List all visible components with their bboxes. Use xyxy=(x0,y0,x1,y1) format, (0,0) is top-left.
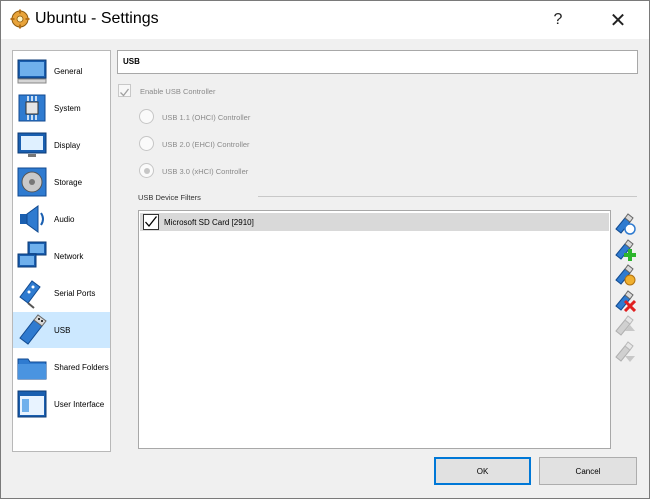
usb2-label: USB 2.0 (EHCI) Controller xyxy=(162,140,250,149)
sidebar-item-label: User Interface xyxy=(54,399,105,409)
page-title: USB xyxy=(123,57,140,66)
add-filter-icon[interactable] xyxy=(614,213,636,235)
settings-sidebar: General System Display Storage Audio Net… xyxy=(12,50,111,452)
sidebar-item-serial-ports[interactable]: Serial Ports xyxy=(13,275,110,311)
window-title: Ubuntu - Settings xyxy=(35,10,159,27)
enable-usb-checkbox[interactable] xyxy=(118,84,131,97)
move-down-icon xyxy=(615,341,635,362)
section-divider xyxy=(258,196,637,197)
display-icon xyxy=(17,132,47,157)
sidebar-item-label: Display xyxy=(54,140,81,150)
ok-button[interactable]: OK xyxy=(434,457,531,485)
sidebar-item-general[interactable]: General xyxy=(13,53,110,89)
sidebar-item-storage[interactable]: Storage xyxy=(13,164,110,200)
sidebar-item-label: General xyxy=(54,66,83,76)
move-up-icon xyxy=(615,315,635,336)
sidebar-item-label: USB xyxy=(54,325,71,335)
edit-filter-icon[interactable] xyxy=(614,264,636,286)
page-title-box: USB xyxy=(117,50,638,74)
sidebar-item-shared-folders[interactable]: Shared Folders xyxy=(13,349,110,385)
virtualbox-icon xyxy=(10,9,30,29)
remove-filter-icon[interactable] xyxy=(614,290,636,312)
filters-section-label: USB Device Filters xyxy=(138,193,201,202)
sidebar-item-label: Serial Ports xyxy=(54,288,96,298)
help-button[interactable]: ? xyxy=(535,1,581,39)
add-from-device-icon[interactable] xyxy=(614,239,636,261)
usb1-label: USB 1.1 (OHCI) Controller xyxy=(162,113,251,122)
check-icon xyxy=(120,88,130,97)
sidebar-item-usb[interactable]: USB xyxy=(13,312,110,348)
shared-folders-icon xyxy=(17,358,47,380)
sidebar-item-label: System xyxy=(54,103,81,113)
general-icon xyxy=(17,59,47,84)
usb3-label: USB 3.0 (xHCI) Controller xyxy=(162,167,249,176)
audio-icon xyxy=(20,205,44,233)
sidebar-item-label: Storage xyxy=(54,177,83,187)
list-item[interactable]: Microsoft SD Card [2910] xyxy=(140,213,609,231)
settings-window: Ubuntu - Settings ? ✕ General System Dis… xyxy=(0,0,650,499)
sidebar-item-network[interactable]: Network xyxy=(13,238,110,274)
usb-filters-list[interactable]: Microsoft SD Card [2910] xyxy=(138,210,611,449)
usb3-radio[interactable] xyxy=(139,163,154,178)
usb-icon xyxy=(19,314,47,345)
filter-label: Microsoft SD Card [2910] xyxy=(164,218,254,227)
check-icon xyxy=(145,216,158,228)
usb2-radio[interactable] xyxy=(139,136,154,151)
system-icon xyxy=(18,94,46,122)
sidebar-item-audio[interactable]: Audio xyxy=(13,201,110,237)
sidebar-item-label: Network xyxy=(54,251,84,261)
sidebar-item-system[interactable]: System xyxy=(13,90,110,126)
sidebar-item-user-interface[interactable]: User Interface xyxy=(13,386,110,422)
serial-ports-icon xyxy=(19,280,41,309)
title-bar: Ubuntu - Settings ? ✕ xyxy=(1,1,649,39)
storage-icon xyxy=(17,167,47,197)
close-button[interactable]: ✕ xyxy=(595,1,641,39)
enable-usb-label: Enable USB Controller xyxy=(140,87,216,96)
usb1-radio[interactable] xyxy=(139,109,154,124)
filter-checkbox[interactable] xyxy=(143,214,159,230)
user-interface-icon xyxy=(17,390,47,418)
sidebar-item-display[interactable]: Display xyxy=(13,127,110,163)
sidebar-item-label: Shared Folders xyxy=(54,362,109,372)
sidebar-item-label: Audio xyxy=(54,214,75,224)
network-icon xyxy=(17,241,47,268)
cancel-button[interactable]: Cancel xyxy=(539,457,637,485)
